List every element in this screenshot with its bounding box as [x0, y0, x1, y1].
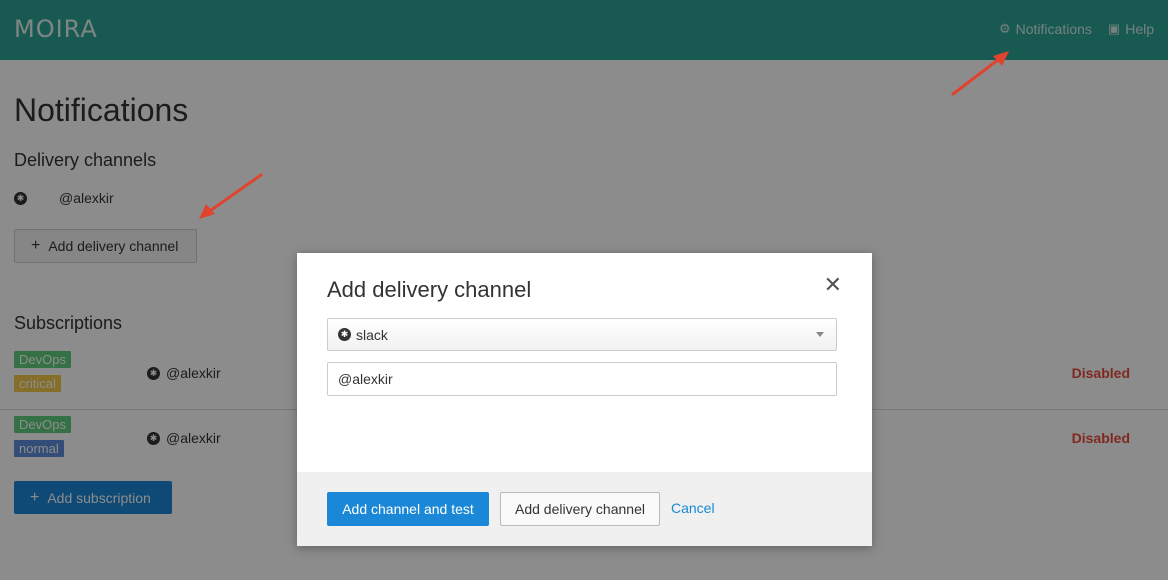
annotation-arrow-icon: [951, 51, 1009, 96]
annotation-arrow-icon: [199, 173, 263, 219]
channel-value-input[interactable]: [327, 362, 837, 396]
modal-footer: Add channel and test Add delivery channe…: [297, 472, 872, 546]
modal-title: Add delivery channel: [327, 277, 532, 302]
channel-type-select[interactable]: ✱ slack: [327, 318, 837, 351]
cancel-link[interactable]: Cancel: [671, 500, 715, 516]
add-delivery-channel-confirm-button[interactable]: Add delivery channel: [500, 492, 660, 526]
slack-icon: ✱: [338, 328, 351, 341]
channel-type-value: slack: [356, 326, 388, 343]
chevron-down-icon: [816, 332, 824, 337]
add-delivery-channel-dialog: Add delivery channel ✕ ✱ slack Add chann…: [297, 253, 872, 546]
add-channel-and-test-button[interactable]: Add channel and test: [327, 492, 489, 526]
close-icon[interactable]: ✕: [824, 275, 842, 297]
